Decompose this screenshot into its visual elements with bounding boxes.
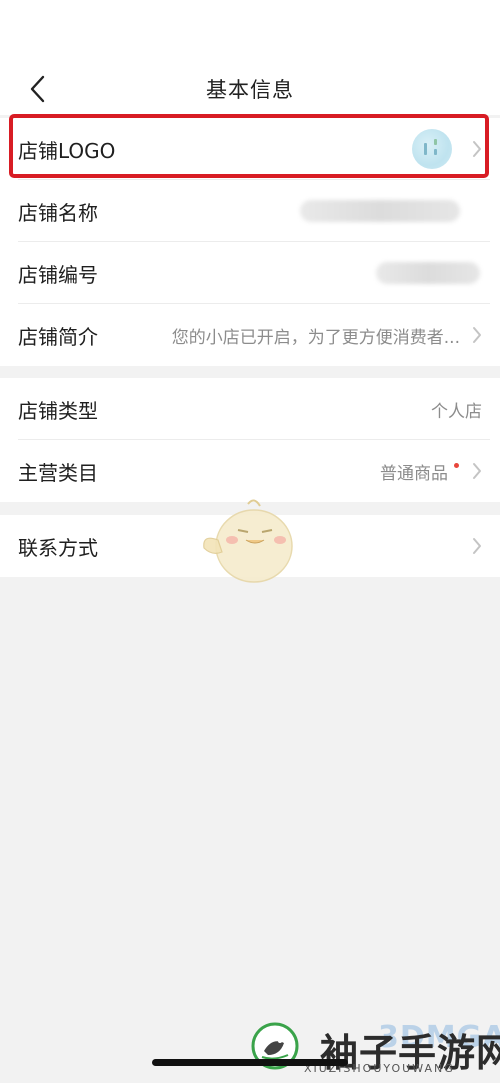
shop-intro-value: 您的小店已开启，为了更方便消费者...: [171, 327, 460, 348]
shop-name-value-blurred: [300, 200, 460, 222]
shop-number-label: 店铺编号: [18, 262, 98, 287]
shop-name-row[interactable]: 店铺名称: [0, 180, 500, 242]
chevron-right-icon: [470, 536, 484, 556]
required-dot-icon: [454, 463, 459, 468]
page: 基本信息 店铺LOGO 店铺名称 店铺编号 店铺简介 您的小店已开启，为了更方便…: [0, 0, 500, 1083]
shop-intro-label: 店铺简介: [18, 324, 98, 349]
shop-intro-row[interactable]: 店铺简介 您的小店已开启，为了更方便消费者...: [0, 304, 500, 366]
page-title: 基本信息: [206, 78, 294, 102]
chevron-right-icon: [470, 461, 484, 481]
shop-type-row: 店铺类型 个人店: [0, 378, 500, 440]
navigation-bar: 基本信息: [0, 0, 500, 115]
shop-name-label: 店铺名称: [18, 200, 98, 225]
main-category-value: 普通商品: [380, 463, 448, 484]
logo-highlight-box: [9, 114, 489, 178]
shop-number-value-blurred: [376, 262, 480, 284]
main-category-row[interactable]: 主营类目 普通商品: [0, 440, 500, 502]
shop-type-label: 店铺类型: [18, 398, 98, 423]
chevron-right-icon: [470, 325, 484, 345]
shop-type-value: 个人店: [431, 401, 482, 422]
shop-category-group: 店铺类型 个人店 主营类目 普通商品: [0, 378, 500, 502]
mascot-watermark-icon: [203, 499, 293, 583]
home-indicator[interactable]: [152, 1059, 348, 1066]
main-category-label: 主营类目: [18, 460, 98, 485]
shop-number-row[interactable]: 店铺编号: [0, 242, 500, 304]
contact-label: 联系方式: [18, 535, 98, 560]
